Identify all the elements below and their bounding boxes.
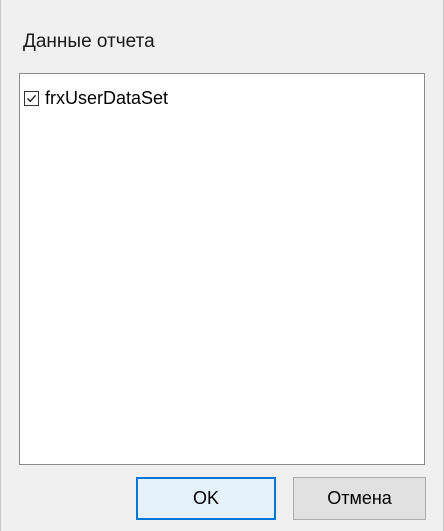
report-data-dialog: Данные отчета frxUserDataSet OK Отмена — [0, 0, 444, 531]
checkmark-icon — [27, 94, 37, 102]
cancel-button[interactable]: Отмена — [293, 477, 426, 520]
dialog-title: Данные отчета — [23, 31, 155, 52]
ok-button[interactable]: OK — [136, 477, 276, 520]
list-item-frxuserdataset[interactable]: frxUserDataSet — [24, 87, 168, 109]
dataset-checkbox[interactable] — [24, 90, 39, 106]
dataset-list[interactable]: frxUserDataSet — [19, 73, 425, 465]
dataset-label: frxUserDataSet — [45, 88, 169, 108]
